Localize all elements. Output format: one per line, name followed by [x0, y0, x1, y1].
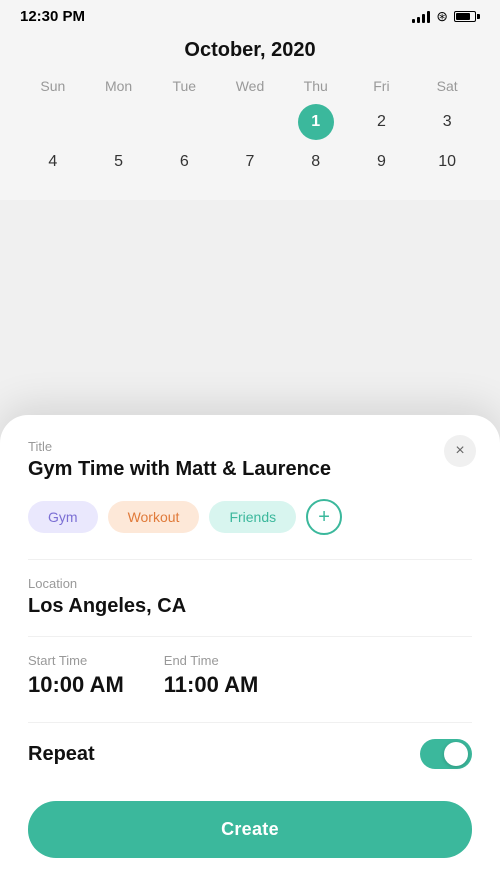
- divider-3: [28, 722, 472, 723]
- cal-day-1[interactable]: 1: [298, 104, 334, 140]
- calendar-section: October, 2020 Sun Mon Tue Wed Thu Fri Sa…: [0, 29, 500, 200]
- cal-day-9[interactable]: 9: [363, 144, 399, 180]
- tags-row: Gym Workout Friends +: [28, 499, 472, 535]
- tag-gym[interactable]: Gym: [28, 501, 98, 533]
- divider-2: [28, 636, 472, 637]
- weekday-sat: Sat: [414, 78, 480, 94]
- weekday-sun: Sun: [20, 78, 86, 94]
- location-value: Los Angeles, CA: [28, 595, 472, 618]
- time-row: Start Time 10:00 AM End Time 11:00 AM: [28, 653, 472, 698]
- cal-day-empty: [35, 104, 71, 140]
- close-button[interactable]: ×: [444, 435, 476, 467]
- cal-day-2[interactable]: 2: [363, 104, 399, 140]
- cal-day-4[interactable]: 4: [35, 144, 71, 180]
- location-label: Location: [28, 576, 472, 591]
- tag-workout[interactable]: Workout: [108, 501, 200, 533]
- weekday-fri: Fri: [349, 78, 415, 94]
- start-time-value[interactable]: 10:00 AM: [28, 672, 124, 698]
- weekday-mon: Mon: [86, 78, 152, 94]
- toggle-knob: [444, 742, 468, 766]
- battery-icon: [454, 11, 480, 22]
- end-time-value[interactable]: 11:00 AM: [164, 672, 259, 698]
- divider-1: [28, 559, 472, 560]
- tag-friends[interactable]: Friends: [209, 501, 296, 533]
- calendar-days: 1 2 3 4 5 6 7 8 9 10: [20, 104, 480, 200]
- weekday-thu: Thu: [283, 78, 349, 94]
- cal-day-5[interactable]: 5: [101, 144, 137, 180]
- weekday-tue: Tue: [151, 78, 217, 94]
- calendar-weekdays: Sun Mon Tue Wed Thu Fri Sat: [20, 78, 480, 94]
- weekday-wed: Wed: [217, 78, 283, 94]
- repeat-toggle[interactable]: [420, 739, 472, 769]
- signal-icon: [412, 11, 430, 23]
- repeat-label: Repeat: [28, 743, 95, 766]
- cal-day-empty: [101, 104, 137, 140]
- end-time-label: End Time: [164, 653, 259, 668]
- cal-day-empty: [166, 104, 202, 140]
- create-button[interactable]: Create: [28, 801, 472, 858]
- cal-day-10[interactable]: 10: [429, 144, 465, 180]
- status-icons: ⊛: [412, 8, 480, 25]
- wifi-icon: ⊛: [436, 8, 448, 25]
- cal-day-empty: [232, 104, 268, 140]
- add-tag-button[interactable]: +: [306, 499, 342, 535]
- calendar-title: October, 2020: [20, 39, 480, 62]
- status-time: 12:30 PM: [20, 8, 85, 25]
- cal-day-7[interactable]: 7: [232, 144, 268, 180]
- cal-day-8[interactable]: 8: [298, 144, 334, 180]
- status-bar: 12:30 PM ⊛: [0, 0, 500, 29]
- cal-day-6[interactable]: 6: [166, 144, 202, 180]
- start-time-label: Start Time: [28, 653, 124, 668]
- start-time-field: Start Time 10:00 AM: [28, 653, 124, 698]
- title-label: Title: [28, 439, 472, 454]
- title-value: Gym Time with Matt & Laurence: [28, 458, 472, 481]
- modal-sheet: × Title Gym Time with Matt & Laurence Gy…: [0, 415, 500, 890]
- repeat-row: Repeat: [28, 739, 472, 769]
- cal-day-3[interactable]: 3: [429, 104, 465, 140]
- end-time-field: End Time 11:00 AM: [164, 653, 259, 698]
